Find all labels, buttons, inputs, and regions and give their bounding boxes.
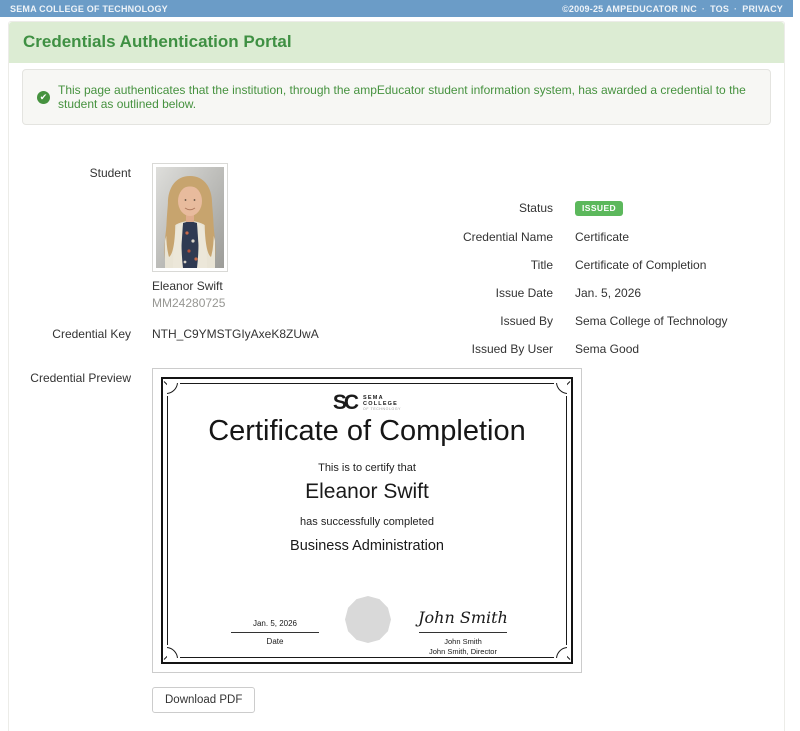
date-caption: Date bbox=[215, 637, 335, 646]
separator-dot: · bbox=[702, 4, 705, 14]
content-area: Student bbox=[9, 163, 784, 731]
status-label: Status bbox=[440, 201, 553, 215]
page-title: Credentials Authentication Portal bbox=[23, 32, 770, 52]
issued-by-user-value: Sema Good bbox=[575, 342, 639, 356]
download-row: Download PDF bbox=[23, 687, 770, 713]
corner-scoop bbox=[554, 645, 567, 658]
logo-line: OF TECHNOLOGY bbox=[363, 407, 401, 411]
credential-details: Status ISSUED Credential Name Certificat… bbox=[440, 201, 785, 370]
top-bar: SEMA COLLEGE OF TECHNOLOGY ©2009-25 AMPE… bbox=[0, 0, 793, 17]
page-header-band: Credentials Authentication Portal bbox=[9, 22, 784, 63]
credential-name-value: Certificate bbox=[575, 230, 629, 244]
student-name: Eleanor Swift bbox=[152, 279, 228, 293]
completed-line: has successfully completed bbox=[153, 516, 581, 528]
detail-row-title: Title Certificate of Completion bbox=[440, 258, 785, 273]
credential-preview-row: Credential Preview SC SEMA COLL bbox=[23, 368, 770, 673]
issued-by-user-label: Issued By User bbox=[440, 342, 553, 356]
status-badge: ISSUED bbox=[575, 201, 623, 216]
copyright-text: ©2009-25 AMPEDUCATOR INC bbox=[562, 4, 697, 14]
college-logo: SC SEMA COLLEGE OF TECHNOLOGY bbox=[153, 391, 581, 415]
credential-name-label: Credential Name bbox=[440, 230, 553, 244]
program-name: Business Administration bbox=[153, 538, 581, 554]
student-block: Eleanor Swift MM24280725 bbox=[152, 163, 228, 310]
detail-row-status: Status ISSUED bbox=[440, 201, 785, 217]
credential-preview-label: Credential Preview bbox=[23, 368, 131, 385]
recipient-name: Eleanor Swift bbox=[153, 480, 581, 504]
signature-script: John Smith bbox=[403, 606, 523, 630]
issue-date-value: Jan. 5, 2026 bbox=[575, 286, 641, 300]
corner-scoop bbox=[167, 645, 180, 658]
credential-key-label: Credential Key bbox=[23, 324, 131, 341]
certificate-title: Certificate of Completion bbox=[153, 415, 581, 448]
detail-row-issue-date: Issue Date Jan. 5, 2026 bbox=[440, 286, 785, 301]
issue-date-label: Issue Date bbox=[440, 286, 553, 300]
check-circle-icon: ✔ bbox=[37, 91, 50, 104]
brand-text: SEMA COLLEGE OF TECHNOLOGY bbox=[10, 4, 168, 14]
date-block: Jan. 5, 2026 Date bbox=[215, 619, 335, 646]
student-label: Student bbox=[23, 163, 131, 180]
certify-line: This is to certify that bbox=[153, 462, 581, 474]
issued-by-value: Sema College of Technology bbox=[575, 314, 728, 328]
student-photo bbox=[152, 163, 228, 272]
main-panel: Credentials Authentication Portal ✔ This… bbox=[8, 21, 785, 731]
sc-logo-mark: SC bbox=[333, 391, 359, 415]
separator-dot: · bbox=[734, 4, 737, 14]
signer-name: John Smith bbox=[403, 637, 523, 647]
signer-title: John Smith, Director bbox=[403, 647, 523, 657]
issued-by-label: Issued By bbox=[440, 314, 553, 328]
title-label: Title bbox=[440, 258, 553, 272]
detail-row-issued-by: Issued By Sema College of Technology bbox=[440, 314, 785, 329]
certificate-preview: SC SEMA COLLEGE OF TECHNOLOGY Certificat… bbox=[152, 368, 582, 673]
alert-text: This page authenticates that the institu… bbox=[58, 83, 756, 111]
detail-row-credential-name: Credential Name Certificate bbox=[440, 230, 785, 245]
tos-link[interactable]: TOS bbox=[710, 4, 729, 14]
title-value: Certificate of Completion bbox=[575, 258, 706, 272]
privacy-link[interactable]: PRIVACY bbox=[742, 4, 783, 14]
date-value: Jan. 5, 2026 bbox=[215, 619, 335, 628]
spacer bbox=[23, 687, 131, 690]
detail-row-issued-by-user: Issued By User Sema Good bbox=[440, 342, 785, 357]
download-pdf-button[interactable]: Download PDF bbox=[152, 687, 255, 713]
credential-key-value: NTH_C9YMSTGIyAxeK8ZUwA bbox=[152, 324, 319, 341]
date-line bbox=[231, 632, 319, 633]
student-photo-image bbox=[156, 167, 224, 268]
logo-wordmark: SEMA COLLEGE OF TECHNOLOGY bbox=[363, 395, 401, 412]
signature-block: John Smith John Smith John Smith, Direct… bbox=[403, 606, 523, 657]
authentication-alert: ✔ This page authenticates that the insti… bbox=[22, 69, 771, 125]
signature-line bbox=[419, 632, 507, 633]
student-number: MM24280725 bbox=[152, 296, 228, 310]
